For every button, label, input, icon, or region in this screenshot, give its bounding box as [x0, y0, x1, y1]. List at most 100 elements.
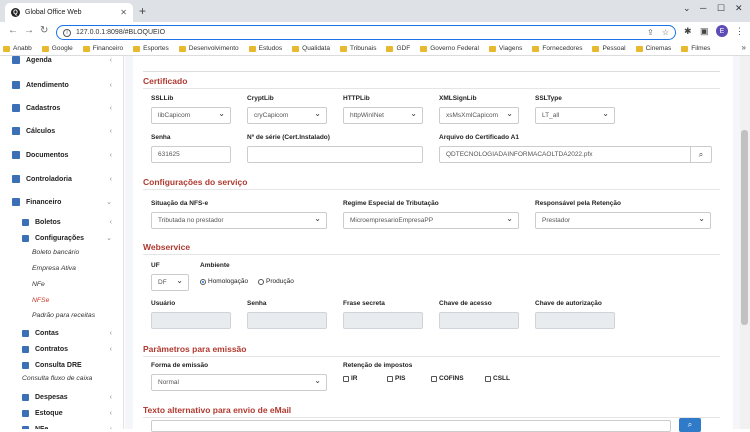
radio-dot[interactable]: [200, 278, 206, 285]
sidebar-leaf[interactable]: Empresa Ativa: [32, 265, 76, 272]
folder-icon: [133, 45, 141, 52]
sidebar-item[interactable]: Cálculos ‹: [0, 124, 123, 138]
checkbox-box[interactable]: [343, 375, 349, 382]
sidebar-item-label: Boletos: [35, 218, 61, 226]
sidebar-leaf[interactable]: Consulta fluxo de caixa: [22, 375, 92, 382]
minimize-icon[interactable]: ─: [700, 3, 706, 13]
bookmark-item[interactable]: Esportes: [133, 45, 169, 52]
site-info-icon[interactable]: i: [63, 28, 71, 37]
close-window-icon[interactable]: ✕: [735, 3, 743, 14]
regime-select[interactable]: MicroempresarioEmpresaPP: [343, 212, 519, 229]
search-icon[interactable]: ⌕: [690, 146, 712, 163]
homologacao-radio[interactable]: Homologação: [200, 278, 248, 285]
bookmark-item[interactable]: Financeiro: [82, 45, 123, 52]
scrollbar-thumb[interactable]: [741, 130, 748, 325]
ir-checkbox[interactable]: IR: [343, 375, 358, 382]
email-search-icon[interactable]: ⌕: [679, 418, 701, 432]
extensions-icon[interactable]: ✱: [684, 26, 692, 37]
sidebar-item[interactable]: Contas ‹: [0, 326, 123, 340]
bookmark-star-icon[interactable]: ☆: [662, 28, 669, 37]
bookmark-item[interactable]: GDF: [386, 45, 410, 52]
serie-input[interactable]: [247, 146, 423, 163]
arquivo-input[interactable]: QDTECNOLOGIADAINFORMACAOLTDA2022.pfx: [439, 146, 691, 163]
bookmark-item[interactable]: Viagens: [488, 45, 522, 52]
chave-autorizacao-input[interactable]: [535, 312, 615, 329]
sidebar-item[interactable]: Configurações ⌄: [0, 231, 123, 245]
usuario-input[interactable]: [151, 312, 231, 329]
menu-icon[interactable]: ⋮: [735, 26, 744, 37]
ws-senha-input[interactable]: [247, 312, 327, 329]
bookmark-item[interactable]: Tribunais: [339, 45, 376, 52]
bookmark-item[interactable]: Google: [41, 45, 73, 52]
cofins-checkbox[interactable]: COFINS: [431, 375, 464, 382]
more-bookmarks-icon[interactable]: »: [742, 43, 746, 52]
sidebar-item[interactable]: Estoque ‹: [0, 406, 123, 420]
senha-input[interactable]: 631625: [151, 146, 231, 163]
sidebar-item[interactable]: Atendimento ‹: [0, 78, 123, 92]
bookmark-item[interactable]: Cinemas: [635, 45, 671, 52]
sidebar-item[interactable]: Contratos ‹: [0, 342, 123, 356]
sidebar-item[interactable]: Controladoria ‹: [0, 172, 123, 186]
forma-label: Forma de emissão: [151, 362, 209, 369]
address-bar[interactable]: i 127.0.0.1:8098/#BLOQUEIO ⇪ ☆: [56, 25, 676, 40]
responsavel-select[interactable]: Prestador: [535, 212, 711, 229]
back-icon[interactable]: ←: [8, 25, 18, 36]
bookmark-item[interactable]: Anabb: [3, 45, 32, 52]
sidebar-item-label: Financeiro: [26, 198, 62, 206]
side-panel-icon[interactable]: ▣: [700, 26, 709, 37]
uf-select[interactable]: DF: [151, 274, 189, 291]
chevron-left-icon: ‹: [109, 56, 112, 64]
email-text-input[interactable]: [151, 420, 671, 432]
chevron-left-icon: ‹: [109, 151, 112, 159]
csll-checkbox[interactable]: CSLL: [485, 375, 510, 382]
reload-icon[interactable]: ↻: [40, 25, 48, 36]
section-servico-title: Configurações do serviço: [143, 177, 248, 187]
browser-tab[interactable]: Q Global Office Web ✕: [5, 3, 133, 22]
share-icon[interactable]: ⇪: [647, 28, 654, 37]
forma-select[interactable]: Normal: [151, 374, 327, 391]
folder-icon: [178, 45, 186, 52]
radio-dot[interactable]: [258, 278, 264, 285]
sidebar-leaf[interactable]: NFSe: [32, 297, 49, 304]
avatar[interactable]: E: [716, 25, 728, 37]
sidebar-item[interactable]: Boletos ‹: [0, 215, 123, 229]
sidebar-item[interactable]: Financeiro ⌄: [0, 195, 123, 209]
bookmark-item[interactable]: Fornecedores: [532, 45, 582, 52]
chevron-down-icon[interactable]: ⌄: [683, 3, 691, 14]
sidebar-leaf[interactable]: NFe: [32, 281, 45, 288]
sidebar-item[interactable]: NFe ‹: [0, 422, 123, 429]
new-tab-icon[interactable]: +: [139, 4, 146, 18]
bookmark-item[interactable]: Pessoal: [592, 45, 626, 52]
chave-acesso-input[interactable]: [439, 312, 519, 329]
url-text[interactable]: 127.0.0.1:8098/#BLOQUEIO: [76, 29, 639, 36]
cryptlib-select[interactable]: cryCapicom: [247, 107, 327, 124]
sidebar-item[interactable]: Documentos ‹: [0, 148, 123, 162]
bookmark-item[interactable]: Estudos: [248, 45, 282, 52]
ssltype-select[interactable]: LT_all: [535, 107, 615, 124]
sidebar-item[interactable]: Despesas ‹: [0, 390, 123, 404]
httplib-select[interactable]: httpWinINet: [343, 107, 423, 124]
checkbox-box[interactable]: [485, 375, 491, 382]
xmlsignlib-select[interactable]: xsMsXmlCapicom: [439, 107, 519, 124]
frase-input[interactable]: [343, 312, 423, 329]
pis-checkbox[interactable]: PIS: [387, 375, 405, 382]
ssllib-select[interactable]: libCapicom: [151, 107, 231, 124]
sidebar-item[interactable]: Agenda ‹: [0, 56, 123, 67]
close-tab-icon[interactable]: ✕: [120, 8, 127, 17]
folder-icon: [82, 45, 90, 52]
bookmark-item[interactable]: Desenvolvimento: [178, 45, 239, 52]
forward-icon[interactable]: →: [24, 25, 34, 36]
checkbox-box[interactable]: [431, 375, 437, 382]
bookmark-item[interactable]: Filmes: [681, 45, 710, 52]
bookmark-item[interactable]: Qualidata: [292, 45, 330, 52]
sidebar-leaf[interactable]: Boleto bancário: [32, 249, 79, 256]
sidebar-item-label: Estoque: [35, 409, 63, 417]
situacao-select[interactable]: Tributada no prestador: [151, 212, 327, 229]
sidebar-leaf[interactable]: Padrão para receitas: [32, 312, 95, 319]
producao-radio[interactable]: Produção: [258, 278, 294, 285]
sidebar-item[interactable]: Cadastros ‹: [0, 101, 123, 115]
sidebar-item[interactable]: Consulta DRE: [0, 358, 123, 372]
bookmark-item[interactable]: Governo Federal: [420, 45, 479, 52]
maximize-icon[interactable]: ☐: [717, 3, 725, 14]
checkbox-box[interactable]: [387, 375, 393, 382]
